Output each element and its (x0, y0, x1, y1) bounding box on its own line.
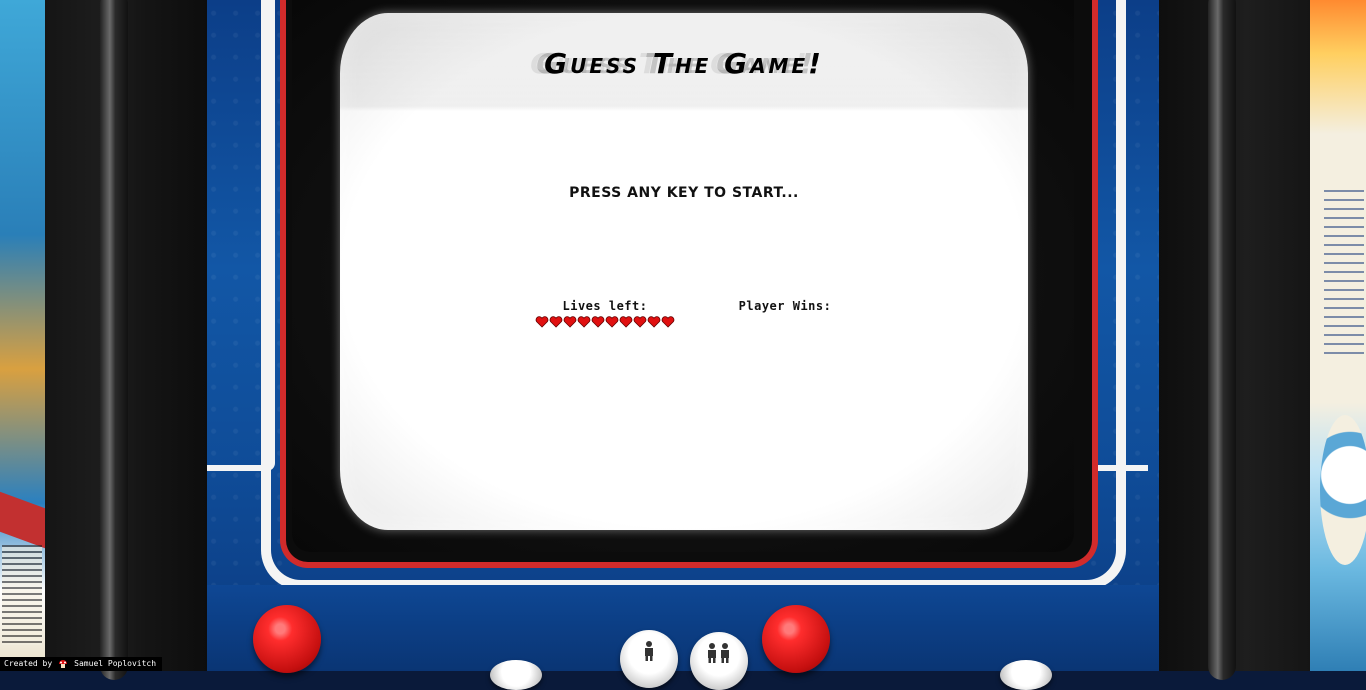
wins-label: Player Wins: (738, 299, 832, 313)
lives-panel: Lives left: (530, 299, 680, 328)
game-screen[interactable]: Guess The Game! PRESS ANY KEY TO START..… (340, 13, 1028, 530)
one-player-icon (620, 640, 678, 667)
heart-icon (535, 314, 549, 328)
heart-icon (619, 314, 633, 328)
right-side-artwork (1310, 0, 1366, 671)
white-arcade-button-right[interactable] (1000, 660, 1052, 690)
mushroom-icon (58, 659, 68, 669)
heart-icon (661, 314, 675, 328)
lives-label: Lives left: (562, 299, 648, 313)
left-side-artwork (0, 0, 45, 671)
heart-icon (633, 314, 647, 328)
lives-hearts (530, 314, 680, 328)
heart-icon (577, 314, 591, 328)
game-title: Guess The Game! (544, 47, 824, 80)
start-prompt: PRESS ANY KEY TO START... (569, 185, 799, 201)
heart-icon (549, 314, 563, 328)
heart-icon (605, 314, 619, 328)
red-arcade-button-left[interactable] (253, 605, 321, 673)
credit-bar: Created by Samuel Poplovitch (0, 657, 163, 671)
heart-icon (647, 314, 661, 328)
credit-prefix: Created by (4, 659, 53, 668)
control-panel (207, 585, 1159, 671)
right-side-tube (1208, 0, 1236, 680)
heart-icon (591, 314, 605, 328)
two-player-icon (690, 642, 748, 669)
red-arcade-button-right[interactable] (762, 605, 830, 673)
two-player-button[interactable] (690, 632, 748, 690)
left-side-tube (100, 0, 128, 680)
heart-icon (563, 314, 577, 328)
credit-author: Samuel Poplovitch (74, 659, 157, 668)
white-arcade-button-left[interactable] (490, 660, 542, 690)
one-player-button[interactable] (620, 630, 678, 688)
wins-panel: Player Wins: (725, 299, 845, 313)
